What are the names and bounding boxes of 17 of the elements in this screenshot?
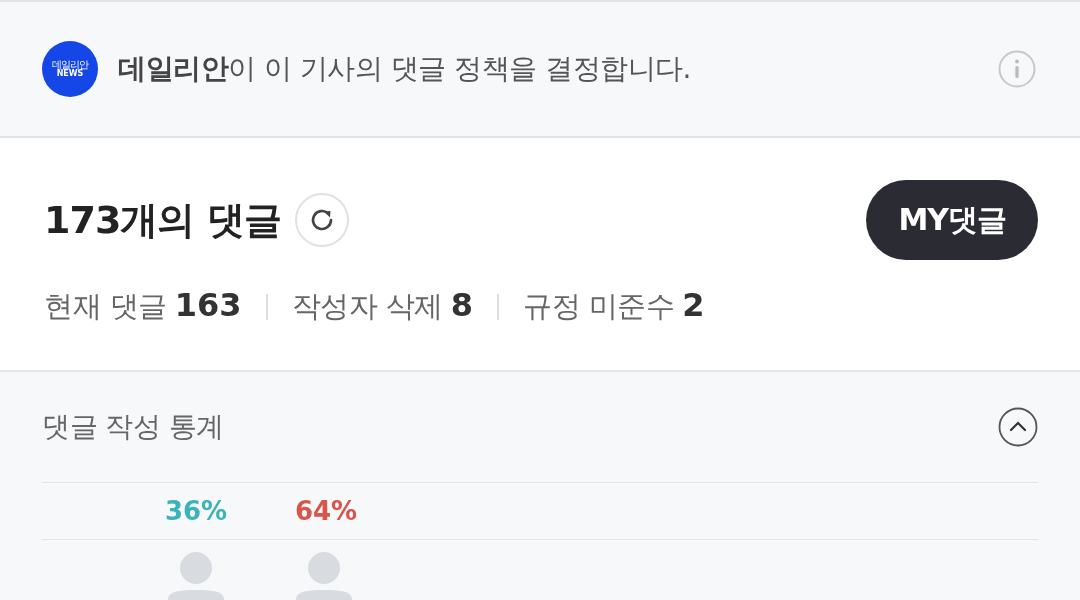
person-icon — [166, 552, 226, 600]
stat-value: 163 — [174, 286, 242, 324]
percentage: 64% — [294, 496, 358, 526]
person-icon — [294, 552, 354, 600]
refresh-button[interactable] — [294, 193, 349, 247]
stat-value: 2 — [682, 286, 705, 324]
comment-count-title: 173개의 댓글 — [44, 196, 281, 244]
my-comments-button[interactable]: MY댓글 — [866, 180, 1038, 260]
collapse-button[interactable] — [998, 407, 1038, 447]
stat-label: 작성자 삭제 — [291, 288, 443, 325]
percentage: 36% — [164, 496, 228, 526]
policy-text: 데일리안이 이 기사의 댓글 정책을 결정합니다. — [118, 51, 692, 87]
section-title: 댓글 작성 통계 — [42, 409, 224, 445]
stat-label: 현재 댓글 — [44, 288, 167, 325]
stat-value: 8 — [450, 286, 473, 324]
publisher-logo: 데일리안 NEWS — [42, 41, 98, 97]
stat-label: 규정 미준수 — [523, 288, 675, 325]
